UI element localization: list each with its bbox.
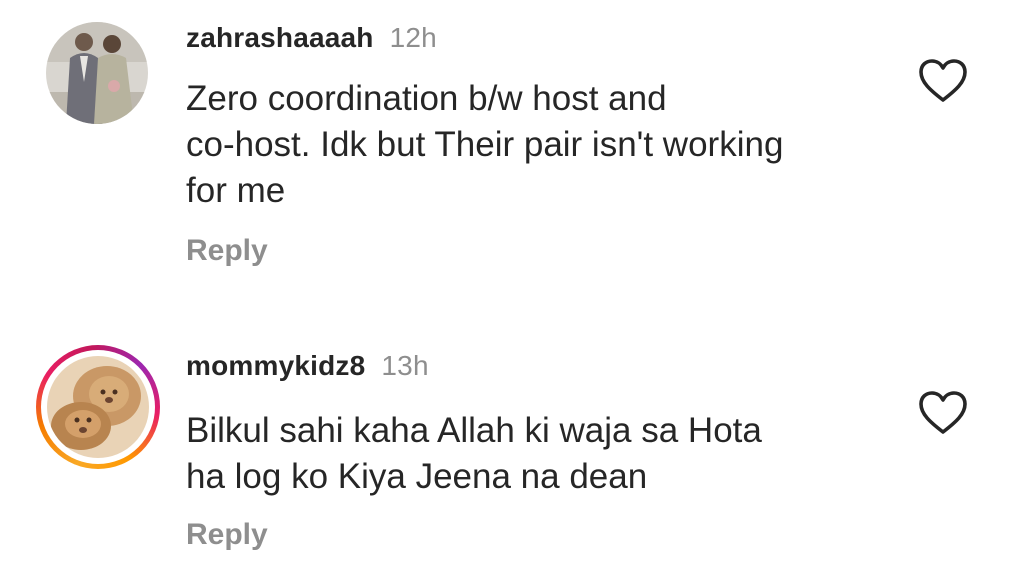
user-avatar[interactable]: [46, 22, 148, 124]
user-avatar[interactable]: [47, 356, 149, 458]
comment-time: 12h: [389, 22, 437, 53]
comment-text: Bilkul sahi kaha Allah ki waja sa Hota h…: [186, 408, 886, 500]
couple-photo-avatar: [46, 22, 148, 124]
heart-outline-icon: [919, 391, 967, 434]
comment-line: Zero coordination b/w host and: [186, 79, 667, 118]
story-ring[interactable]: [36, 345, 160, 469]
story-ring-gap: [41, 350, 155, 464]
username-text[interactable]: zahrashaaaah: [186, 22, 374, 53]
comment-line: Bilkul sahi kaha Allah ki waja sa Hota: [186, 411, 762, 450]
comments-list: zahrashaaaah 12h Zero coordination b/w ho…: [0, 0, 1024, 578]
heart-outline-icon: [919, 59, 967, 102]
comment-time: 13h: [381, 350, 429, 381]
comment-text: Zero coordination b/w host and co-host. …: [186, 76, 886, 214]
username-text[interactable]: mommykidz8: [186, 350, 365, 381]
comment-line: ha log ko Kiya Jeena na dean: [186, 457, 648, 496]
comment-username[interactable]: mommykidz8 13h: [186, 350, 429, 382]
comment-line: for me: [186, 171, 286, 210]
reply-button[interactable]: Reply: [186, 234, 268, 268]
comment-username[interactable]: zahrashaaaah 12h: [186, 22, 437, 54]
lions-photo-avatar: [47, 356, 149, 458]
like-button[interactable]: [918, 390, 968, 436]
comment-line: co-host. Idk but Their pair isn't workin…: [186, 125, 784, 164]
like-button[interactable]: [918, 58, 968, 104]
reply-button[interactable]: Reply: [186, 518, 268, 552]
